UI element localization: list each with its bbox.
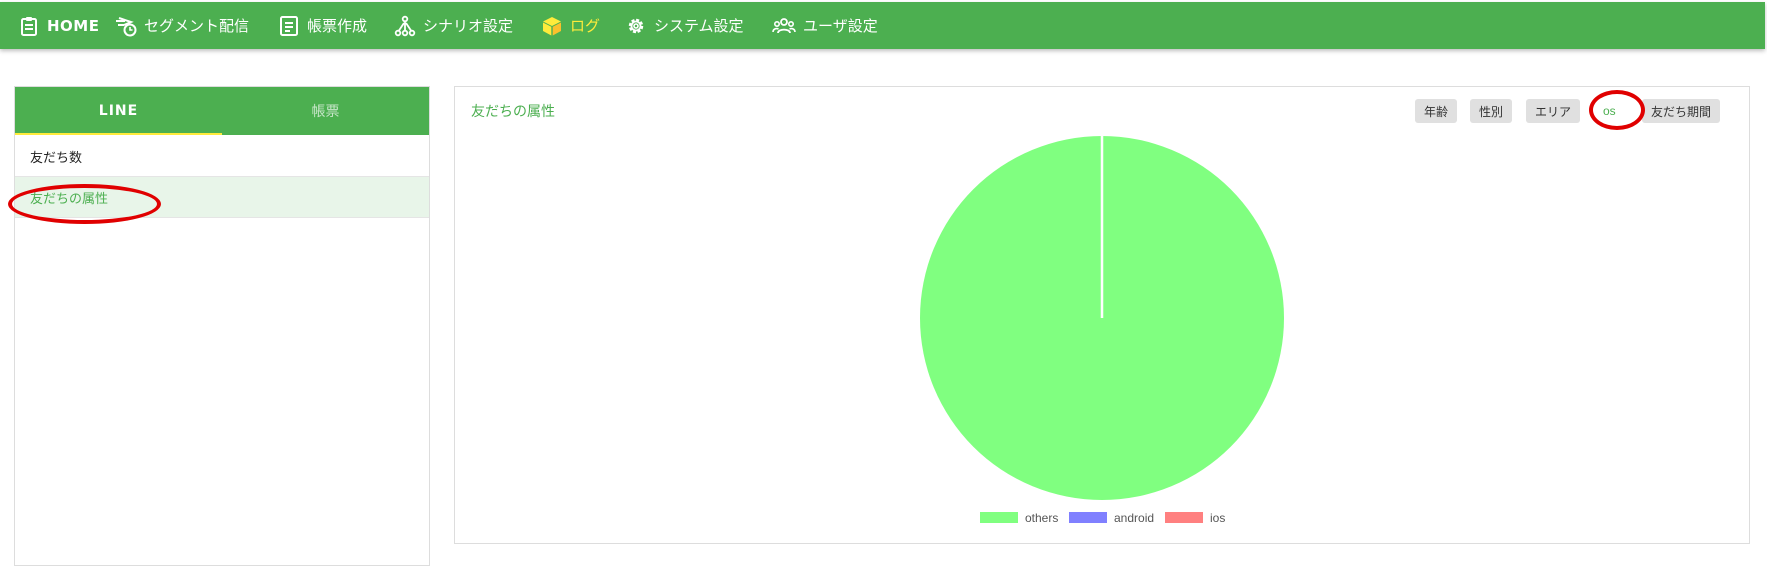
users-icon — [772, 17, 796, 33]
sidebar-item-friend-attributes[interactable]: 友だちの属性 — [15, 177, 429, 218]
gear-icon — [628, 18, 644, 33]
nav-user-settings-label: ユーザ設定 — [803, 17, 878, 35]
sidebar-item-label: 友だちの属性 — [30, 191, 109, 207]
legend-label-android: android — [1114, 511, 1154, 525]
sidebar-panel: LINE 帳票 友だち数 友だちの属性 — [14, 86, 430, 566]
nav-system-settings[interactable]: システム設定 — [625, 2, 744, 49]
nav-scenario-settings[interactable]: シナリオ設定 — [394, 2, 513, 49]
nav-segment-delivery-label: セグメント配信 — [144, 17, 250, 35]
nav-home-label: HOME — [47, 16, 100, 35]
top-nav: HOME セグメント配信 帳票作成 シナリオ設定 ログ システム設定 ユーザ設定 — [0, 2, 1765, 49]
nav-scenario-settings-label: シナリオ設定 — [423, 17, 514, 35]
sidebar-item-friend-count[interactable]: 友だち数 — [15, 136, 429, 177]
send-clock-icon — [116, 16, 137, 36]
nav-segment-delivery[interactable]: セグメント配信 — [115, 2, 249, 49]
nav-user-settings[interactable]: ユーザ設定 — [772, 2, 878, 49]
pie-chart: others android ios — [920, 136, 1284, 525]
sidebar-item-label: 友だち数 — [30, 150, 83, 166]
flow-icon — [394, 15, 416, 36]
tab-line-label: LINE — [98, 103, 139, 119]
nav-home[interactable]: HOME — [18, 2, 99, 49]
legend-label-ios: ios — [1210, 511, 1225, 525]
document-icon — [280, 15, 298, 36]
clipboard-icon — [21, 16, 37, 36]
legend-swatch-others — [980, 512, 1018, 523]
nav-system-settings-label: システム設定 — [654, 17, 744, 35]
legend-label-others: others — [1025, 511, 1058, 525]
tab-forms-label: 帳票 — [311, 104, 340, 120]
legend-swatch-ios — [1165, 512, 1203, 523]
tab-line[interactable]: LINE — [15, 87, 222, 135]
legend-swatch-android — [1069, 512, 1107, 523]
nav-log[interactable]: ログ — [541, 2, 600, 49]
nav-log-label: ログ — [570, 17, 601, 35]
tab-active-indicator — [15, 133, 222, 135]
nav-form-create-label: 帳票作成 — [307, 17, 368, 35]
sidebar-tabs: LINE 帳票 — [15, 87, 429, 135]
nav-form-create[interactable]: 帳票作成 — [278, 2, 367, 49]
tab-forms[interactable]: 帳票 — [222, 87, 429, 135]
chart-panel: 友だちの属性 年齢 性別 エリア os 友だち期間 others android i… — [454, 86, 1750, 544]
box-icon — [543, 16, 561, 35]
